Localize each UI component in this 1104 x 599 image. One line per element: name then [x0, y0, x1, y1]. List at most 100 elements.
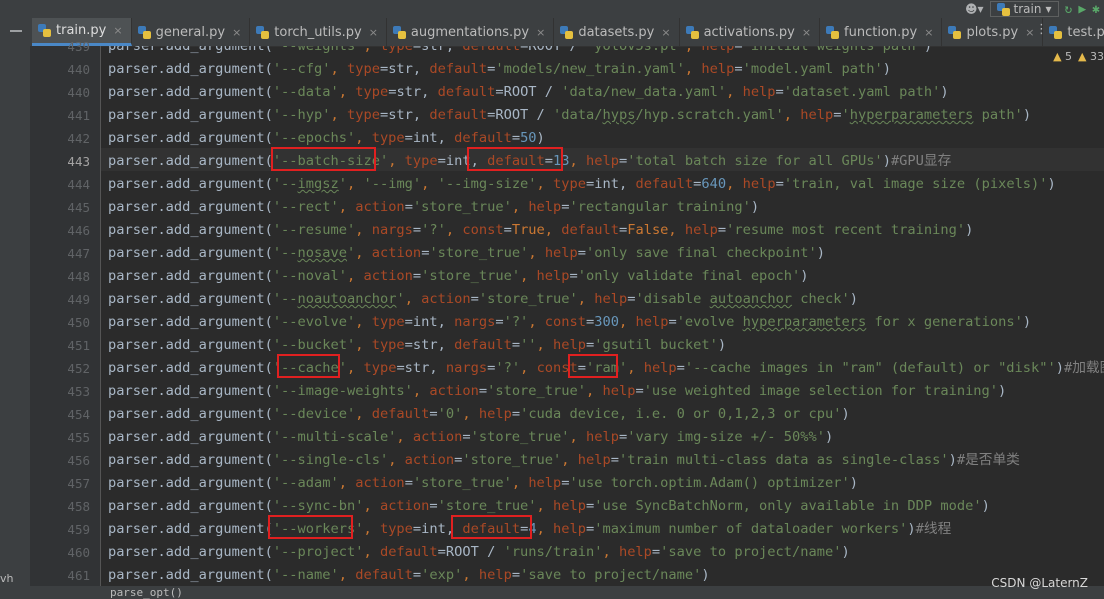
- run-icon[interactable]: ▶: [1078, 2, 1086, 17]
- code-token: ): [882, 61, 891, 77]
- code-token: help: [684, 222, 718, 238]
- tab-label: general.py: [155, 24, 226, 40]
- code-token: parser.add_argument(: [108, 61, 273, 77]
- code-token: 'only validate final epoch': [577, 268, 801, 284]
- code-token: 640: [701, 176, 727, 192]
- code-token: =: [478, 383, 488, 399]
- code-token: 'gsutil bucket': [594, 337, 718, 353]
- code-editor[interactable]: parser.add_argument('--weights', type=st…: [101, 46, 1104, 586]
- tab-datasets[interactable]: datasets.py ×: [554, 18, 680, 46]
- tab-overflow-icon[interactable]: ⋮: [1035, 22, 1048, 37]
- close-icon[interactable]: ×: [232, 26, 241, 39]
- code-token: ,: [347, 176, 364, 192]
- code-token: =: [412, 268, 422, 284]
- code-token: =str,: [412, 46, 463, 54]
- code-token: ,: [585, 383, 603, 399]
- code-token: 'store_true': [478, 291, 578, 307]
- code-token: ,: [520, 268, 537, 284]
- code-token: default: [454, 130, 512, 146]
- code-token: 'evolve: [676, 314, 743, 330]
- code-token: '--img': [363, 176, 422, 192]
- code-token: ,: [528, 314, 545, 330]
- code-token: ): [1022, 107, 1032, 123]
- code-token: 'train multi-class data as single-class': [618, 452, 949, 468]
- code-token: ,: [412, 383, 430, 399]
- code-token: =: [495, 314, 504, 330]
- code-token: ,: [355, 406, 372, 422]
- tab-torch-utils[interactable]: torch_utils.py ×: [250, 18, 387, 46]
- code-token: parser.add_argument(: [108, 360, 273, 376]
- code-token: ': [347, 245, 356, 261]
- code-token: 'save to project/name': [520, 567, 702, 583]
- breadcrumb[interactable]: parse_opt(): [30, 586, 1104, 599]
- code-token: ,: [363, 46, 380, 54]
- code-token: help: [594, 291, 628, 307]
- line-number: 444: [67, 177, 90, 192]
- code-token: const: [544, 314, 586, 330]
- code-token: parser.add_argument(: [108, 130, 273, 146]
- close-icon[interactable]: ×: [924, 26, 933, 39]
- code-token: ,: [783, 107, 801, 123]
- highlight-cache-const: [568, 354, 618, 378]
- code-token: 'disable: [635, 291, 710, 307]
- code-line: parser.add_argument('--sync-bn', action=…: [108, 495, 990, 518]
- breadcrumb-function[interactable]: parse_opt(): [110, 586, 183, 599]
- line-number: 455: [67, 430, 90, 445]
- close-icon[interactable]: ×: [369, 26, 378, 39]
- tab-augmentations[interactable]: augmentations.py ×: [387, 18, 555, 46]
- code-token: ,: [338, 199, 356, 215]
- line-number: 447: [67, 246, 90, 261]
- code-token: default: [355, 567, 413, 583]
- code-token: action: [371, 245, 422, 261]
- code-token: '--cache images in "ram" (default) or "d…: [684, 360, 1056, 376]
- code-token: '--bucket': [272, 337, 356, 353]
- code-token: =: [511, 130, 521, 146]
- tab-label: plots.py: [966, 24, 1019, 40]
- line-number: 452: [67, 361, 90, 376]
- inspection-widget[interactable]: ▲ 5 ▲ 33: [1053, 50, 1104, 63]
- code-token: 'train, val image size (pixels)': [783, 176, 1048, 192]
- code-token: False: [627, 222, 669, 238]
- code-token: help: [742, 176, 776, 192]
- code-token: #加载图片: [1064, 360, 1104, 376]
- code-token: ,: [684, 46, 702, 54]
- code-token: parser.add_argument(: [108, 153, 273, 169]
- code-token: 'initial weights path': [742, 46, 924, 54]
- line-number: 442: [67, 131, 90, 146]
- close-icon[interactable]: ×: [1025, 26, 1034, 39]
- close-icon[interactable]: ×: [802, 26, 811, 39]
- tab-function[interactable]: function.py ×: [820, 18, 943, 46]
- refresh-icon[interactable]: ↻: [1065, 2, 1073, 17]
- tab-general[interactable]: general.py ×: [132, 18, 251, 46]
- code-token: ,: [536, 176, 554, 192]
- tab-activations[interactable]: activations.py ×: [680, 18, 821, 46]
- code-token: nosave: [297, 245, 347, 261]
- code-token: type: [371, 314, 405, 330]
- tab-plots[interactable]: plots.py ×: [942, 18, 1044, 46]
- chevron-down-icon: ▾: [1045, 2, 1052, 16]
- code-token: 'store_true': [429, 245, 529, 261]
- code-token: =str,: [404, 337, 455, 353]
- code-token: help: [528, 199, 562, 215]
- code-token: parser.add_argument(: [108, 383, 273, 399]
- code-token: default: [454, 337, 512, 353]
- run-configuration-select[interactable]: train ▾: [989, 1, 1059, 17]
- code-token: ,: [396, 429, 413, 445]
- debug-icon[interactable]: ✱: [1092, 2, 1100, 17]
- code-token: default: [429, 107, 488, 123]
- code-token: ,: [511, 475, 529, 491]
- line-number: 457: [67, 476, 90, 491]
- code-token: type: [346, 107, 380, 123]
- user-icon[interactable]: ☻▾: [965, 2, 984, 16]
- code-token: for x generations': [866, 314, 1023, 330]
- code-token: ,: [445, 222, 463, 238]
- collapse-icon[interactable]: [10, 30, 22, 32]
- close-icon[interactable]: ×: [661, 26, 670, 39]
- code-token: =str,: [388, 84, 438, 100]
- close-icon[interactable]: ×: [536, 26, 545, 39]
- close-icon[interactable]: ×: [113, 24, 122, 37]
- code-token: 'data/: [553, 107, 603, 123]
- code-token: help: [553, 337, 586, 353]
- tab-test[interactable]: test.py×: [1043, 18, 1104, 46]
- code-token: ,: [338, 567, 356, 583]
